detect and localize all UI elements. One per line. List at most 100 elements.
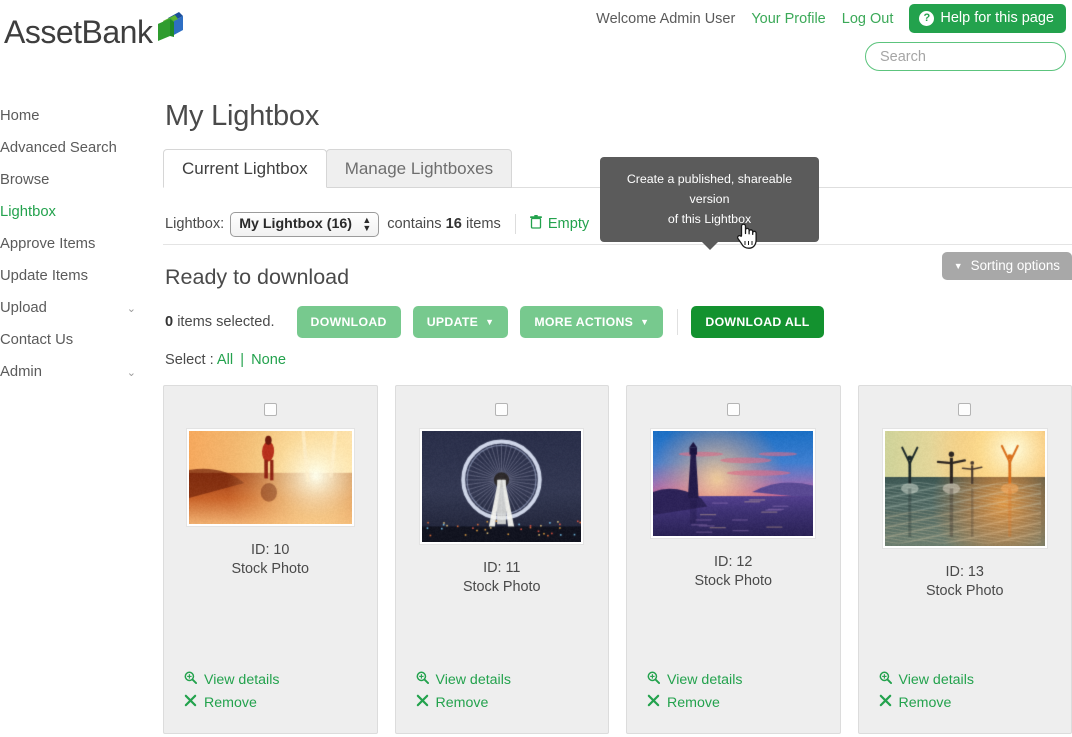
sidebar-item-label: Home bbox=[0, 108, 39, 124]
sidebar-item-admin[interactable]: Admin ⌄ bbox=[0, 356, 150, 388]
card-links: View details Remove bbox=[416, 671, 511, 717]
card-subtitle: Stock Photo bbox=[694, 573, 772, 589]
card-id-label: ID: 11 bbox=[483, 560, 520, 576]
main-content: My Lightbox Current Lightbox Manage Light… bbox=[163, 100, 1072, 734]
lightbox-select[interactable]: My Lightbox (16) bbox=[230, 212, 379, 237]
more-actions-button[interactable]: MORE ACTIONS ▼ bbox=[520, 306, 663, 338]
cross-icon bbox=[416, 694, 429, 711]
select-all-link[interactable]: All bbox=[217, 352, 233, 368]
sidebar-item-update-items[interactable]: Update Items bbox=[0, 260, 150, 292]
card-select-checkbox[interactable] bbox=[727, 403, 740, 416]
button-label: UPDATE bbox=[427, 315, 478, 329]
remove-link[interactable]: Remove bbox=[184, 694, 279, 711]
empty-lightbox-action[interactable]: Empty bbox=[530, 215, 589, 233]
sidebar-item-label: Upload bbox=[0, 300, 47, 316]
caret-down-icon: ▼ bbox=[954, 261, 963, 271]
search-box[interactable] bbox=[865, 42, 1066, 71]
view-details-link[interactable]: View details bbox=[647, 671, 742, 688]
card-subtitle: Stock Photo bbox=[926, 583, 1004, 599]
card-thumbnail[interactable] bbox=[420, 429, 583, 544]
tooltip-arrow bbox=[702, 242, 718, 250]
chevron-down-icon[interactable]: ⌄ bbox=[127, 302, 136, 315]
ready-to-download-heading: Ready to download bbox=[165, 265, 1072, 290]
button-label: DOWNLOAD ALL bbox=[705, 315, 809, 329]
sidebar-item-upload[interactable]: Upload ⌄ bbox=[0, 292, 150, 324]
assetbank-books-logo-icon bbox=[154, 10, 184, 44]
sidebar-item-contact-us[interactable]: Contact Us bbox=[0, 324, 150, 356]
sidebar-item-browse[interactable]: Browse bbox=[0, 164, 150, 196]
card-select-checkbox[interactable] bbox=[958, 403, 971, 416]
tooltip-line-1: Create a published, shareable version bbox=[610, 169, 809, 209]
tab-current-lightbox[interactable]: Current Lightbox bbox=[163, 149, 327, 188]
remove-link[interactable]: Remove bbox=[647, 694, 742, 711]
publish-tooltip: Create a published, shareable version of… bbox=[600, 157, 819, 242]
remove-label: Remove bbox=[204, 695, 257, 711]
card-id-label: ID: 13 bbox=[946, 564, 984, 580]
lightbox-card-grid: ID: 10 Stock Photo View details Remove ID: 1… bbox=[163, 385, 1072, 734]
selected-count-suffix: items selected. bbox=[177, 314, 274, 330]
download-button[interactable]: DOWNLOAD bbox=[297, 306, 401, 338]
sorting-options-button[interactable]: ▼ Sorting options bbox=[942, 252, 1072, 280]
search-input[interactable] bbox=[866, 49, 1072, 65]
view-details-link[interactable]: View details bbox=[879, 671, 974, 688]
button-group-divider bbox=[677, 309, 678, 335]
card-thumbnail[interactable] bbox=[883, 429, 1047, 548]
card-id-label: ID: 12 bbox=[714, 554, 752, 570]
lightbox-card: ID: 13 Stock Photo View details Remove bbox=[858, 385, 1072, 734]
view-details-label: View details bbox=[667, 672, 742, 688]
tooltip-line-2: of this Lightbox bbox=[610, 209, 809, 229]
question-circle-icon: ? bbox=[919, 11, 934, 26]
selected-count-text: 0 items selected. bbox=[165, 314, 275, 330]
your-profile-link[interactable]: Your Profile bbox=[751, 11, 825, 27]
card-thumbnail[interactable] bbox=[187, 429, 354, 526]
tab-manage-lightboxes[interactable]: Manage Lightboxes bbox=[326, 149, 512, 188]
log-out-link[interactable]: Log Out bbox=[842, 11, 894, 27]
remove-label: Remove bbox=[436, 695, 489, 711]
help-for-this-page-button[interactable]: ? Help for this page bbox=[909, 4, 1066, 33]
page-title: My Lightbox bbox=[165, 100, 1072, 133]
magnifier-plus-icon bbox=[184, 671, 197, 688]
update-button[interactable]: UPDATE ▼ bbox=[413, 306, 509, 338]
brand-logo[interactable]: AssetBank bbox=[4, 14, 184, 50]
sidebar-item-advanced-search[interactable]: Advanced Search bbox=[0, 132, 150, 164]
sidebar-item-label: Admin bbox=[0, 364, 42, 380]
sidebar-nav: Home Advanced Search Browse Lightbox Approve… bbox=[0, 100, 150, 388]
card-thumbnail[interactable] bbox=[651, 429, 815, 538]
sidebar-item-approve-items[interactable]: Approve Items bbox=[0, 228, 150, 260]
lightbox-item-count: contains 16 items bbox=[387, 216, 501, 232]
sorting-options-label: Sorting options bbox=[971, 258, 1060, 273]
chevron-down-icon[interactable]: ⌄ bbox=[127, 366, 136, 379]
item-count-value: 16 bbox=[446, 216, 462, 232]
view-details-link[interactable]: View details bbox=[416, 671, 511, 688]
sidebar-item-label: Update Items bbox=[0, 268, 88, 284]
contains-prefix: contains bbox=[387, 216, 441, 232]
card-id-label: ID: 10 bbox=[251, 542, 289, 558]
remove-link[interactable]: Remove bbox=[879, 694, 974, 711]
sidebar-item-lightbox[interactable]: Lightbox bbox=[0, 196, 150, 228]
select-none-link[interactable]: None bbox=[251, 352, 286, 368]
top-nav-links: Welcome Admin User Your Profile Log Out … bbox=[596, 4, 1066, 33]
sidebar-item-label: Advanced Search bbox=[0, 140, 117, 156]
sidebar-item-home[interactable]: Home bbox=[0, 100, 150, 132]
card-subtitle: Stock Photo bbox=[231, 561, 309, 577]
view-details-link[interactable]: View details bbox=[184, 671, 279, 688]
cross-icon bbox=[647, 694, 660, 711]
magnifier-plus-icon bbox=[416, 671, 429, 688]
select-separator: | bbox=[240, 352, 244, 368]
select-all-none-row: Select : All | None bbox=[163, 352, 1072, 368]
download-all-button[interactable]: DOWNLOAD ALL bbox=[691, 306, 823, 338]
view-details-label: View details bbox=[436, 672, 511, 688]
view-details-label: View details bbox=[899, 672, 974, 688]
card-subtitle: Stock Photo bbox=[463, 579, 541, 595]
remove-link[interactable]: Remove bbox=[416, 694, 511, 711]
magnifier-plus-icon bbox=[647, 671, 660, 688]
lightbox-select-wrapper[interactable]: My Lightbox (16) ▲ ▼ bbox=[230, 212, 379, 237]
sidebar-item-label: Lightbox bbox=[0, 204, 56, 220]
lightbox-label: Lightbox: bbox=[165, 216, 224, 232]
card-select-checkbox[interactable] bbox=[264, 403, 277, 416]
action-button-row: 0 items selected. DOWNLOAD UPDATE ▼ MORE AC… bbox=[163, 306, 1072, 338]
card-links: View details Remove bbox=[879, 671, 974, 717]
button-label: DOWNLOAD bbox=[311, 315, 387, 329]
card-select-checkbox[interactable] bbox=[495, 403, 508, 416]
card-links: View details Remove bbox=[184, 671, 279, 717]
